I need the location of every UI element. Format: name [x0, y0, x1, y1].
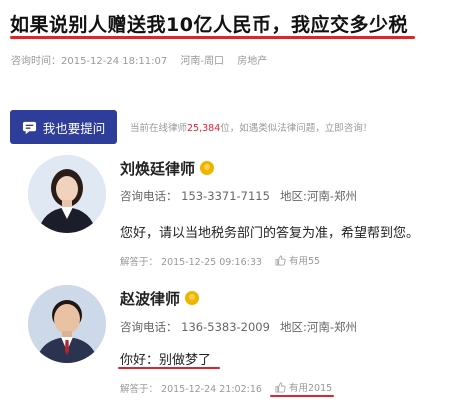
thumbs-up-icon [275, 381, 286, 393]
title-red-underline [10, 36, 415, 39]
answer-text: 你好：别做梦了 [120, 353, 212, 368]
answer-time: 解答于： 2015-12-24 21:02:16 [120, 384, 262, 395]
online-suffix: 位，如遇类似法律问题，立即咨询！ [220, 123, 373, 134]
online-count: 25,384 [187, 123, 221, 134]
gold-medal-icon [200, 161, 215, 175]
useful-red-underline [270, 395, 334, 397]
useful-button[interactable]: 有用55 [275, 253, 320, 267]
meta-time: 咨询时间：2015-12-24 18:11:07 [11, 56, 167, 67]
online-prefix: 当前在线律师 [130, 123, 188, 134]
lawyer-name[interactable]: 刘焕廷律师 [120, 158, 215, 179]
lawyer-name-text: 刘焕廷律师 [120, 160, 196, 178]
avatar[interactable] [28, 155, 106, 233]
lawyer-photo-icon [28, 285, 106, 363]
lawyer-name-text: 赵波律师 [120, 290, 181, 308]
online-lawyers-notice: 当前在线律师25,384位，如遇类似法律问题，立即咨询！ [130, 120, 372, 134]
ask-question-button[interactable]: 我也要提问 [10, 110, 117, 144]
meta-time-label: 咨询时间： [11, 56, 61, 67]
avatar[interactable] [28, 285, 106, 363]
useful-button[interactable]: 有用2015 [275, 380, 332, 394]
lawyer-region: 地区:河南-郑州 [280, 189, 358, 203]
answer-time: 解答于： 2015-12-25 09:16:33 [120, 257, 262, 268]
useful-count: 有用55 [289, 256, 321, 267]
lawyer-phone: 咨询电话： 153-3371-7115 [120, 189, 270, 203]
lawyer-photo-icon [28, 155, 106, 233]
meta-time-value: 2015-12-24 18:11:07 [61, 56, 168, 67]
ask-question-label: 我也要提问 [42, 120, 106, 136]
useful-count: 有用2015 [289, 383, 333, 394]
question-meta: 咨询时间：2015-12-24 18:11:07 河南-周口 房地产 [11, 52, 277, 67]
chat-bubble-icon [22, 121, 36, 134]
question-title: 如果说别人赠送我10亿人民币，我应交多少税 [10, 14, 408, 36]
answer-text: 您好，请以当地税务部门的答复为准，希望帮到您。 [120, 226, 420, 241]
gold-medal-icon [185, 291, 200, 305]
lawyer-region: 地区:河南-郑州 [280, 320, 358, 334]
answer-red-underline [118, 367, 220, 369]
lawyer-phone: 咨询电话： 136-5383-2009 [120, 320, 270, 334]
lawyer-name[interactable]: 赵波律师 [120, 288, 200, 309]
thumbs-up-icon [275, 254, 286, 266]
meta-location[interactable]: 河南-周口 [180, 56, 224, 67]
meta-category[interactable]: 房地产 [237, 56, 267, 67]
